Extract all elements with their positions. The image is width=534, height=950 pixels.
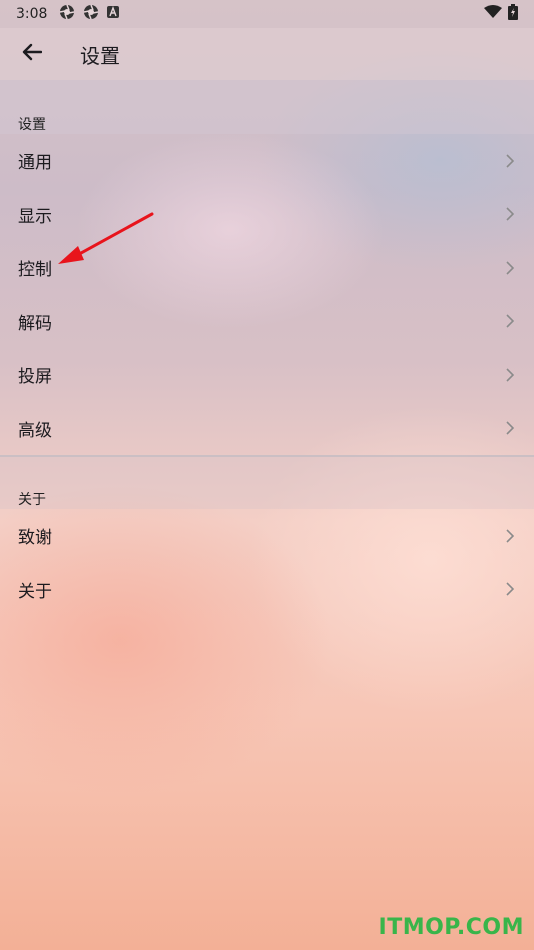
status-bar: 3:08 [0,0,534,28]
page-title: 设置 [80,43,120,68]
wifi-icon [484,5,502,23]
settings-content: 设置 通用 显示 控制 解码 投屏 高级 关于 致谢 关于 [0,80,534,616]
watermark-logo: ITMOP.COM [378,915,524,940]
aperture-icon [83,4,99,24]
settings-item-cast[interactable]: 投屏 [0,348,534,402]
about-item-label: 关于 [18,581,52,602]
section-header-settings: 设置 [0,80,534,134]
chevron-right-icon [502,154,516,168]
chevron-right-icon [502,314,516,328]
settings-item-decode[interactable]: 解码 [0,295,534,349]
about-item-credits[interactable]: 致谢 [0,509,534,563]
chevron-right-icon [502,368,516,382]
about-item-label: 致谢 [18,528,52,549]
battery-charging-icon [508,4,518,24]
chevron-right-icon [502,582,516,596]
a-box-icon [107,6,120,22]
settings-item-label: 通用 [18,153,52,174]
settings-item-label: 控制 [18,260,52,281]
about-list: 致谢 关于 [0,509,534,616]
settings-item-display[interactable]: 显示 [0,188,534,242]
status-icons-left [59,4,120,24]
settings-item-label: 显示 [18,206,52,227]
chevron-right-icon [502,421,516,435]
settings-item-label: 高级 [18,420,52,441]
app-bar: 设置 [0,28,534,80]
arrow-back-icon [22,43,43,65]
settings-item-control[interactable]: 控制 [0,241,534,295]
back-button[interactable] [0,28,64,80]
settings-list: 通用 显示 控制 解码 投屏 高级 [0,134,534,455]
status-time: 3:08 [16,6,48,22]
settings-item-label: 投屏 [18,367,52,388]
section-header-about: 关于 [0,457,534,509]
settings-item-general[interactable]: 通用 [0,134,534,188]
chevron-right-icon [502,207,516,221]
settings-item-advanced[interactable]: 高级 [0,402,534,456]
settings-item-label: 解码 [18,313,52,334]
chevron-right-icon [502,529,516,543]
about-item-about[interactable]: 关于 [0,563,534,617]
aperture-icon [59,4,75,24]
chevron-right-icon [502,261,516,275]
status-icons-right [484,4,518,24]
